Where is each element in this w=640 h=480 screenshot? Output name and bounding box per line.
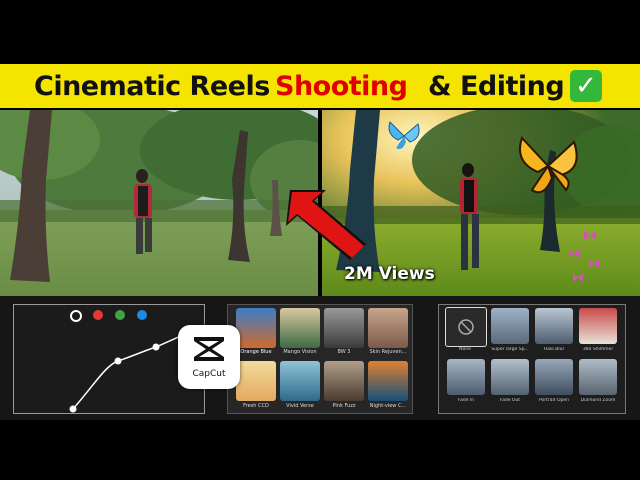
check-icon: ✓: [570, 70, 602, 102]
transition-tile[interactable]: [579, 359, 617, 395]
tone-curve[interactable]: [14, 305, 204, 413]
filter-tile[interactable]: [324, 308, 364, 348]
filter-label: Pink Fuzz: [332, 403, 356, 409]
filter-label: Vivid Verse: [286, 403, 314, 409]
filter-label: Night-view C...: [369, 403, 407, 409]
filter-tile[interactable]: [368, 308, 408, 348]
transition-label: None: [459, 347, 471, 352]
title-banner: Cinematic Reels Shooting & Editing: [0, 64, 640, 108]
transition-label: Super large Sp...: [491, 347, 529, 352]
capcut-logo: CapCut: [178, 325, 240, 389]
title-part-cinematic: Cinematic Reels: [34, 71, 270, 102]
filter-label: Fresh CCD: [243, 403, 269, 409]
transition-label: Diamond Zoom: [580, 398, 616, 403]
views-label: 2M Views: [344, 264, 435, 284]
filter-tile[interactable]: [280, 361, 320, 401]
filter-tile[interactable]: [236, 308, 276, 348]
capcut-label: CapCut: [192, 369, 226, 379]
transition-label: 360 Shimmer: [582, 347, 614, 352]
transition-tile[interactable]: [491, 359, 529, 395]
transition-tile[interactable]: [535, 308, 573, 344]
before-photo: [0, 110, 318, 296]
transition-tile[interactable]: [579, 308, 617, 344]
filter-tile[interactable]: [324, 361, 364, 401]
title-part-editing: & Editing: [428, 71, 565, 102]
filters-panel: Orange Blue Mango Vision BW 3 Skin Rejuv…: [227, 304, 413, 414]
red-arrow-icon: [286, 190, 366, 260]
transition-tile[interactable]: [491, 308, 529, 344]
filter-label: Skin Rejuven...: [369, 349, 407, 355]
transition-label: Halo Blur: [543, 347, 565, 352]
title-part-shooting: Shooting: [275, 71, 408, 102]
transition-tile[interactable]: [447, 359, 485, 395]
filter-label: BW 3: [337, 349, 351, 355]
capcut-icon: [194, 337, 224, 361]
transition-tile[interactable]: [535, 359, 573, 395]
filter-label: Orange Blue: [240, 349, 272, 355]
filter-tile[interactable]: [280, 308, 320, 348]
no-symbol-icon: [458, 319, 474, 335]
transition-label: Portrait Open: [539, 398, 569, 403]
transitions-panel: None Super large Sp... Halo Blur 360 Shi…: [438, 304, 626, 414]
transition-label: Fade Out: [499, 398, 521, 403]
curves-panel: [13, 304, 205, 414]
filter-tile[interactable]: [368, 361, 408, 401]
filter-tile[interactable]: [236, 361, 276, 401]
transition-label: Fade In: [457, 398, 475, 403]
filter-label: Mango Vision: [283, 349, 317, 355]
transition-tile-none[interactable]: [445, 307, 487, 347]
thumbnail: Cinematic Reels Shooting & Editing ✓ 2M …: [0, 0, 640, 480]
